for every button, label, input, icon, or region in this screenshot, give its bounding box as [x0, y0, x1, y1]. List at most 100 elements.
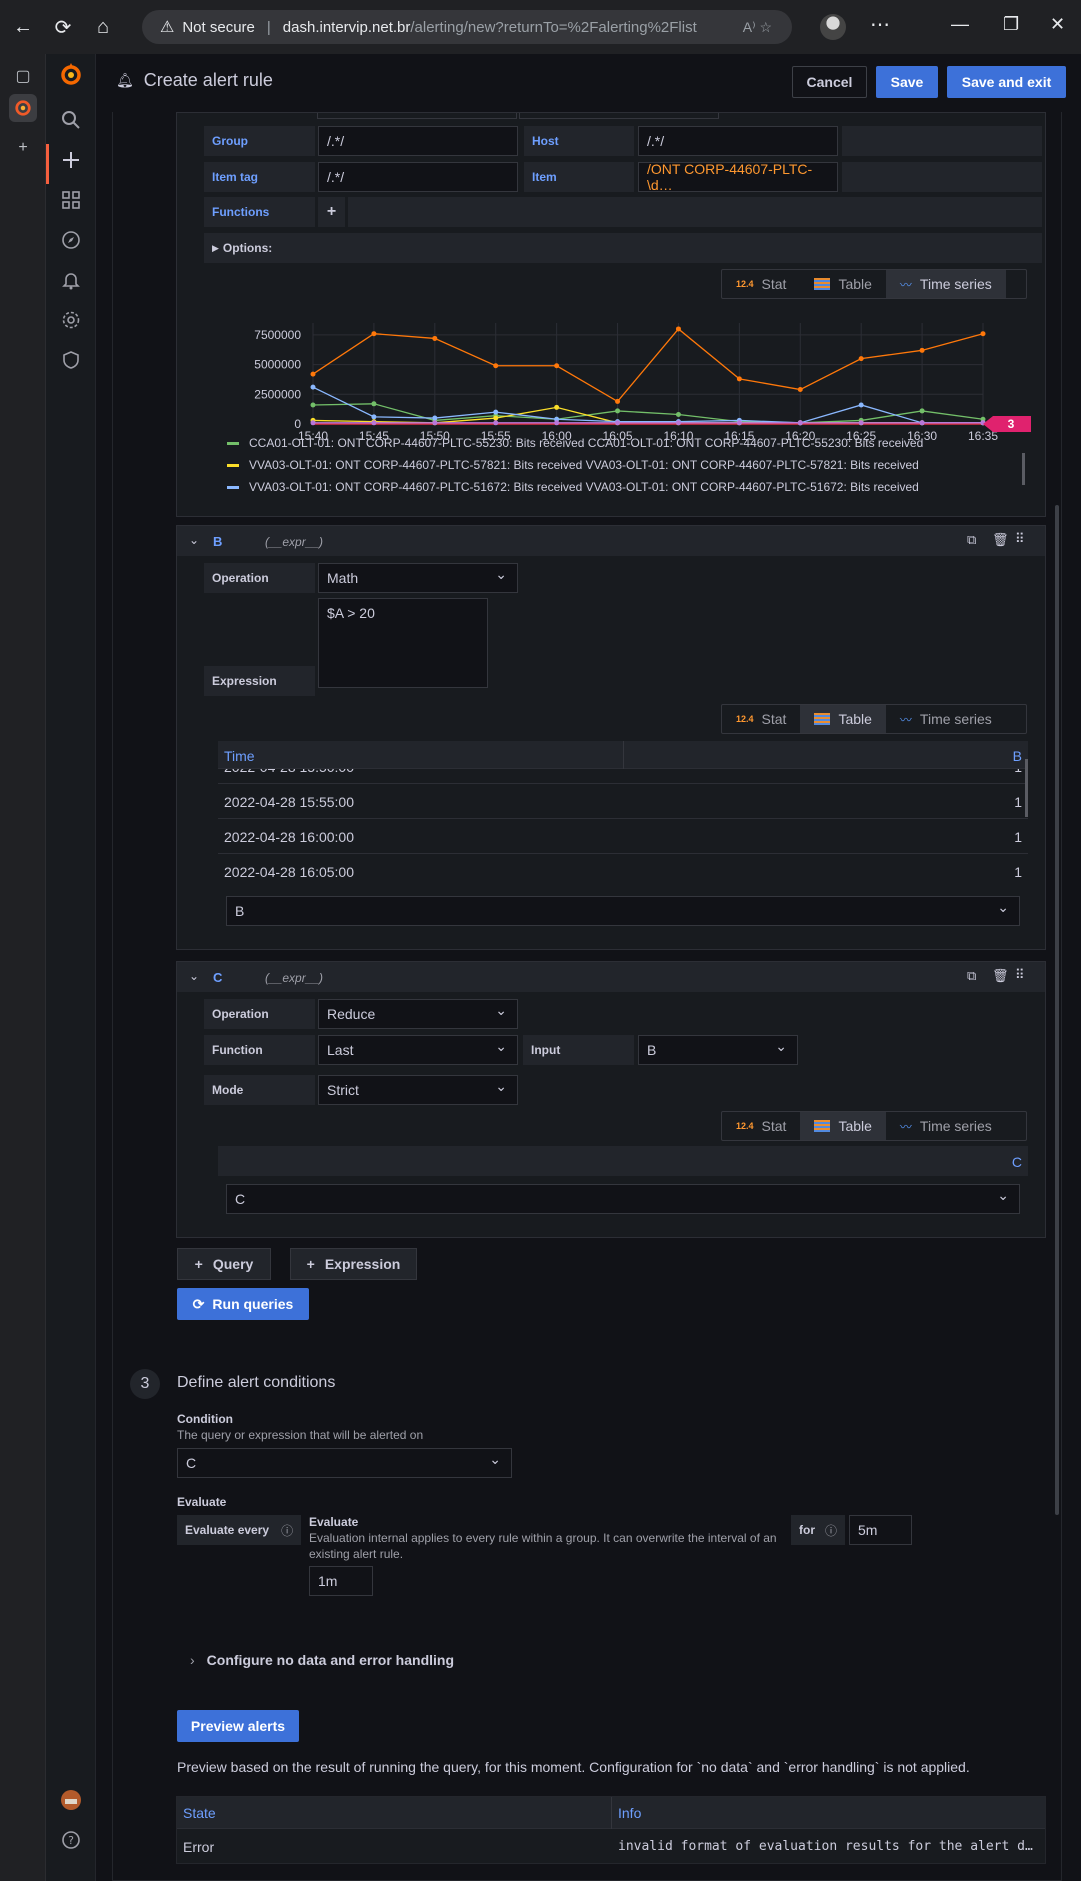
new-tab-icon[interactable]: +: [9, 134, 37, 162]
tab-time-series[interactable]: 〰 Time series: [886, 1112, 1006, 1140]
preview-alerts-button[interactable]: Preview alerts: [177, 1710, 299, 1742]
for-text: for: [799, 1523, 815, 1537]
expression-textarea[interactable]: $A > 20: [318, 598, 488, 688]
mode-select[interactable]: Strict: [318, 1075, 518, 1105]
save-and-exit-button[interactable]: Save and exit: [947, 66, 1066, 98]
tab-table[interactable]: Table: [800, 705, 886, 733]
minimize-icon[interactable]: —: [951, 14, 969, 35]
save-button[interactable]: Save: [876, 66, 938, 98]
grafana-logo-icon[interactable]: [46, 54, 96, 94]
legend-scrollbar[interactable]: [1022, 453, 1025, 485]
tab-actions-icon[interactable]: ▢: [9, 62, 37, 90]
data-point: [493, 415, 499, 421]
legend-item[interactable]: VVA03-OLT-01: ONT CORP-44607-PLTC-51672:…: [227, 480, 919, 494]
result-table: Time B 2022-04-28 15:50:00 1 2022-04-28 …: [218, 741, 1028, 881]
table-header-value[interactable]: B: [1013, 748, 1022, 764]
alerting-bell-icon[interactable]: [46, 260, 96, 300]
tab-stat-label: Stat: [761, 711, 787, 727]
restore-icon[interactable]: ❐: [1003, 14, 1019, 35]
drag-handle-icon[interactable]: ⠿: [1015, 967, 1025, 983]
grafana-tab-icon[interactable]: [9, 94, 37, 122]
configuration-gear-icon[interactable]: [46, 300, 96, 340]
table-cell-time: 2022-04-28 15:55:00: [224, 794, 354, 810]
close-icon[interactable]: ✕: [1050, 14, 1065, 35]
tab-time-series[interactable]: 〰 Time series: [885, 270, 1006, 298]
data-point: [919, 408, 925, 414]
legend-item[interactable]: VVA03-OLT-01: ONT CORP-44607-PLTC-57821:…: [227, 458, 919, 472]
add-function-button[interactable]: +: [318, 197, 345, 227]
divider: |: [266, 18, 271, 36]
not-secure-label: Not secure: [182, 18, 255, 36]
back-icon[interactable]: ←: [6, 10, 40, 44]
table-icon: [814, 278, 831, 290]
query-c-refid[interactable]: C: [213, 970, 222, 985]
condition-select[interactable]: C: [177, 1448, 512, 1478]
tab-table[interactable]: Table: [800, 1112, 886, 1140]
url-host: dash.intervip.net.br: [282, 18, 411, 36]
info-icon[interactable]: ⓘ: [281, 1522, 293, 1539]
series-select[interactable]: C: [226, 1184, 1020, 1214]
collapse-icon[interactable]: ⌄: [189, 533, 199, 547]
explore-icon[interactable]: [46, 220, 96, 260]
condition-label: Condition: [177, 1412, 233, 1426]
tab-time-series[interactable]: 〰 Time series: [886, 705, 1006, 733]
item-input[interactable]: /ONT CORP-44607-PLTC-\d…: [638, 161, 838, 193]
collapse-icon[interactable]: ⌄: [189, 969, 199, 983]
delete-icon[interactable]: 🗑︎: [992, 532, 1009, 548]
address-bar[interactable]: ⚠ Not secure | dash.intervip.net.br /ale…: [142, 10, 792, 44]
legend-item[interactable]: CCA01-OLT-01: ONT CORP-44607-PLTC-55230:…: [227, 436, 923, 450]
input-select[interactable]: B: [638, 1035, 798, 1065]
duplicate-icon[interactable]: ⧉: [967, 532, 976, 548]
tab-table-label: Table: [838, 276, 872, 292]
series-select[interactable]: B: [226, 896, 1020, 926]
tab-stat[interactable]: 12.4 Stat: [722, 270, 800, 298]
add-expression-button[interactable]: + Expression: [290, 1248, 417, 1280]
section-title: Define alert conditions: [177, 1374, 336, 1391]
state-header[interactable]: State: [183, 1805, 216, 1821]
duplicate-icon[interactable]: ⧉: [967, 968, 976, 984]
item-tag-input[interactable]: /.*/: [318, 162, 518, 192]
function-select[interactable]: Last: [318, 1035, 518, 1065]
query-b-card: ⌄ B (__expr__) ⧉ 🗑︎ ⠿ Operation Math Exp…: [176, 525, 1046, 950]
host-input[interactable]: /.*/: [638, 126, 838, 156]
drag-handle-icon[interactable]: ⠿: [1015, 531, 1025, 547]
cancel-button[interactable]: Cancel: [792, 66, 867, 98]
data-point: [371, 414, 377, 420]
data-point: [310, 402, 316, 408]
operation-select[interactable]: Reduce: [318, 999, 518, 1029]
group-input[interactable]: /.*/: [318, 126, 518, 156]
config-no-data-toggle[interactable]: › Configure no data and error handling: [190, 1652, 454, 1668]
operation-select[interactable]: Math: [318, 563, 518, 593]
tab-table[interactable]: Table: [800, 270, 885, 298]
query-b-refid[interactable]: B: [213, 534, 222, 549]
info-header[interactable]: Info: [618, 1805, 641, 1821]
create-icon[interactable]: [46, 140, 96, 184]
help-icon[interactable]: ?: [46, 1820, 96, 1860]
caret-right-icon: ▶: [212, 242, 219, 253]
evaluate-interval-input[interactable]: 1m: [309, 1566, 373, 1596]
info-icon[interactable]: ⓘ: [825, 1522, 837, 1539]
table-header-time[interactable]: Time: [224, 748, 255, 764]
server-admin-shield-icon[interactable]: [46, 340, 96, 380]
user-avatar[interactable]: [46, 1780, 96, 1820]
add-query-button[interactable]: + Query: [177, 1248, 271, 1280]
table-header-value[interactable]: C: [1012, 1154, 1022, 1170]
tab-stat[interactable]: 12.4 Stat: [722, 705, 800, 733]
search-icon[interactable]: [46, 100, 96, 140]
options-toggle[interactable]: ▶ Options:: [204, 233, 1042, 263]
more-icon[interactable]: ⋯: [870, 12, 890, 37]
home-icon[interactable]: ⌂: [86, 10, 120, 44]
plus-icon: +: [306, 1256, 315, 1272]
dashboards-icon[interactable]: [46, 180, 96, 220]
read-aloud-icon[interactable]: A⁾ ☆: [743, 19, 772, 36]
profile-avatar[interactable]: [820, 14, 846, 40]
run-queries-button[interactable]: ⟳ Run queries: [177, 1288, 309, 1320]
legend-swatch: [227, 441, 239, 445]
delete-icon[interactable]: 🗑︎: [992, 968, 1009, 984]
for-duration-input[interactable]: 5m: [849, 1515, 912, 1545]
tab-stat[interactable]: 12.4 Stat: [722, 1112, 800, 1140]
warning-icon: ⚠: [160, 19, 175, 36]
table-scrollbar[interactable]: [1025, 759, 1028, 817]
reload-icon[interactable]: ⟳: [46, 10, 80, 44]
page-scrollbar[interactable]: [1055, 505, 1059, 1515]
